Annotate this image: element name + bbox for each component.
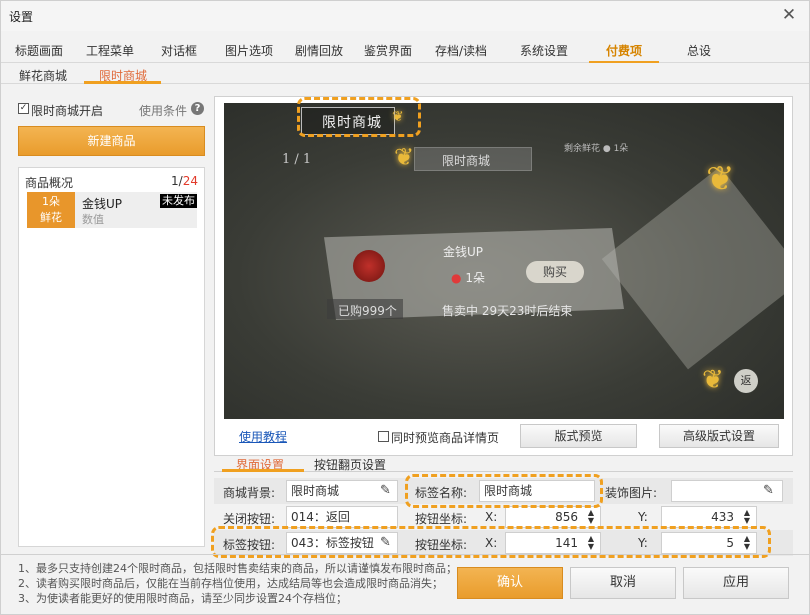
active-subtab-indicator: [84, 81, 161, 84]
goods-count-total: 24: [182, 174, 198, 188]
deco-label: 装饰图片:: [605, 486, 658, 500]
sync-preview-label: 同时预览商品详情页: [391, 431, 500, 445]
goods-overview-panel: 商品概况 1/24 1朵 鲜花 金钱UP 数值 未发布: [18, 167, 205, 547]
butterfly-icon: ❦: [702, 365, 724, 395]
tab-project-menu[interactable]: 工程菜单: [86, 42, 134, 59]
new-goods-button[interactable]: 新建商品: [18, 126, 205, 156]
close-x-label: X:: [485, 510, 498, 524]
tab-general[interactable]: 总设: [687, 42, 711, 59]
conditions-link[interactable]: 使用条件: [139, 102, 187, 119]
tab-paid-items[interactable]: 付费项: [606, 42, 642, 59]
cancel-button[interactable]: 取消: [570, 567, 676, 599]
goods-thumb-qty: 1朵: [42, 195, 60, 208]
goods-thumb-type: 鲜花: [40, 211, 62, 224]
window-title: 设置: [9, 10, 34, 24]
preview-buy-button: 购买: [526, 261, 584, 283]
goods-name: 金钱UP: [82, 197, 123, 211]
settings-window: 设置 ✕ 标题画面 工程菜单 对话框 图片选项 剧情回放 鉴赏界面 存档/读档 …: [0, 0, 810, 615]
sync-preview-checkbox[interactable]: [378, 431, 389, 442]
close-y-value: 433: [711, 510, 734, 524]
decor-scroll: [601, 166, 784, 370]
edit-deco-icon[interactable]: ✎: [763, 484, 777, 498]
main-tab-bar: 标题画面 工程菜单 对话框 图片选项 剧情回放 鉴赏界面 存档/读档 系统设置 …: [1, 39, 809, 63]
notes: 1、最多只支持创建24个限时商品，包括限时售卖结束的商品，所以请谨慎发布限时商品…: [18, 561, 457, 606]
tab-gallery[interactable]: 鉴赏界面: [364, 42, 412, 59]
preview-label: 限时商城: [442, 154, 491, 168]
advanced-layout-button[interactable]: 高级版式设置: [659, 424, 779, 448]
spin-arrows-icon[interactable]: ▲ ▼: [741, 509, 753, 525]
edit-bg-icon[interactable]: ✎: [380, 484, 394, 498]
close-y-stepper[interactable]: 433 ▲ ▼: [661, 506, 757, 528]
close-x-value: 856: [555, 510, 578, 524]
close-y-label: Y:: [638, 510, 648, 524]
tutorial-link[interactable]: 使用教程: [239, 428, 287, 445]
butterfly-icon: ❦: [706, 159, 735, 199]
enable-limited-shop-label: 限时商城开启: [31, 104, 104, 118]
close-button-value: 014：返回: [291, 510, 350, 524]
goods-count-current: 1/: [171, 174, 183, 188]
goods-seal-icon: [353, 250, 385, 282]
active-settings-tab-indicator: [222, 469, 304, 472]
preview-page-number: 1 / 1: [282, 152, 312, 167]
highlight-tag-name: [405, 474, 603, 508]
note-line: 1、最多只支持创建24个限时商品，包括限时售卖结束的商品，所以请谨慎发布限时商品…: [18, 562, 457, 575]
goods-overview-label: 商品概况: [25, 176, 74, 190]
spin-arrows-icon[interactable]: ▲ ▼: [585, 509, 597, 525]
preview-back-button: 返: [734, 369, 758, 393]
goods-count: 1/24: [171, 174, 198, 188]
close-button-field[interactable]: 014：返回: [286, 506, 398, 528]
preview-goods-name: 金钱UP: [443, 245, 484, 259]
list-item[interactable]: 1朵 鲜花 金钱UP 数值 未发布: [27, 192, 197, 228]
preview-sale-status: 售卖中 29天23时后结束: [442, 304, 573, 318]
close-x-stepper[interactable]: 856 ▲ ▼: [505, 506, 601, 528]
tab-story-replay[interactable]: 剧情回放: [295, 42, 343, 59]
butterfly-icon: ❦: [394, 143, 415, 171]
layout-preview-button[interactable]: 版式预览: [520, 424, 637, 448]
tab-system-settings[interactable]: 系统设置: [520, 42, 568, 59]
enable-limited-shop-checkbox[interactable]: ✓: [18, 103, 29, 114]
status-badge: 未发布: [160, 194, 197, 208]
shop-preview: 限时商城 ❦ 1 / 1 限时商城 剩余鲜花 ● 1朵 ❦ ❦ ❦ 金钱UP ●…: [224, 103, 784, 419]
bg-label: 商城背景:: [223, 486, 276, 500]
apply-button[interactable]: 应用: [683, 567, 789, 599]
tab-save-load[interactable]: 存档/读档: [435, 42, 487, 59]
highlight-preview-title: [297, 97, 421, 137]
goods-thumbnail: 1朵 鲜花: [27, 192, 75, 228]
subtab-flower-shop[interactable]: 鲜花商城: [19, 67, 67, 84]
tab-button-paging[interactable]: 按钮翻页设置: [314, 456, 386, 473]
goods-category: 数值: [82, 213, 104, 226]
tab-title-screen[interactable]: 标题画面: [15, 42, 63, 59]
title-bar: 设置 ✕: [1, 1, 809, 31]
close-button-label: 关闭按钮:: [223, 512, 276, 526]
flower-icon: ●: [451, 271, 462, 285]
close-coord-label: 按钮坐标:: [415, 512, 468, 526]
tab-image-options[interactable]: 图片选项: [225, 42, 273, 59]
preview-price: ● 1朵: [451, 269, 485, 286]
active-tab-indicator: [589, 61, 659, 63]
note-line: 3、为使读者能更好的使用限时商品，请至少同步设置24个存档位；: [18, 592, 347, 605]
preview-price-value: 1朵: [465, 271, 485, 285]
preview-bought-count: 已购999个: [338, 304, 397, 318]
footer-divider: [1, 554, 809, 555]
sub-tab-bar: 鲜花商城 限时商城: [1, 64, 809, 84]
settings-tab-bar: 界面设置 按钮翻页设置: [214, 454, 793, 472]
confirm-button[interactable]: 确认: [457, 567, 563, 599]
tab-dialog[interactable]: 对话框: [161, 42, 197, 59]
preview-remaining: 剩余鲜花 ● 1朵: [564, 144, 629, 154]
help-icon[interactable]: ?: [191, 102, 204, 115]
bg-value: 限时商城: [291, 484, 340, 498]
close-icon[interactable]: ✕: [779, 5, 799, 25]
note-line: 2、读者购买限时商品后，仅能在当前存档位使用，达成结局等也会造成限时商品消失；: [18, 577, 443, 590]
